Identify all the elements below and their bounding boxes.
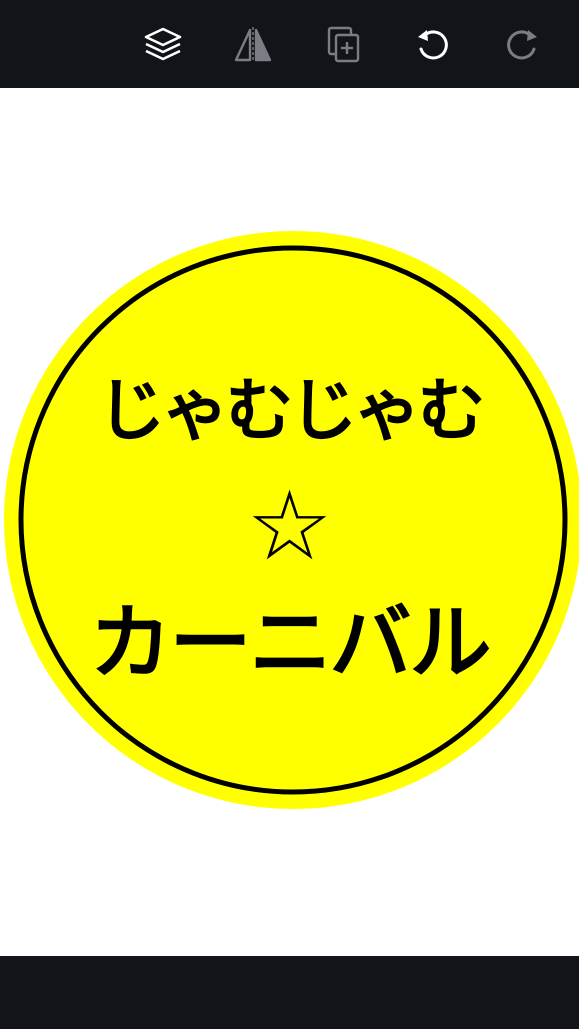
top-toolbar	[0, 0, 579, 88]
sticker-line-2: カーニバル	[89, 596, 491, 691]
star-icon: ☆	[246, 470, 333, 582]
bottom-bar	[0, 956, 579, 1029]
flip-button[interactable]	[231, 22, 275, 66]
redo-button[interactable]	[500, 22, 544, 66]
flip-icon	[234, 27, 272, 62]
editing-canvas[interactable]: じゃむじゃむ ☆ カーニバル	[0, 88, 579, 956]
layers-button[interactable]	[141, 22, 185, 66]
layers-icon	[144, 27, 182, 61]
duplicate-button[interactable]	[322, 22, 366, 66]
undo-icon	[418, 30, 448, 60]
duplicate-icon	[327, 26, 360, 63]
sticker-line-1: じゃむじゃむ	[97, 372, 485, 451]
redo-icon	[507, 30, 537, 60]
undo-button[interactable]	[411, 22, 455, 66]
